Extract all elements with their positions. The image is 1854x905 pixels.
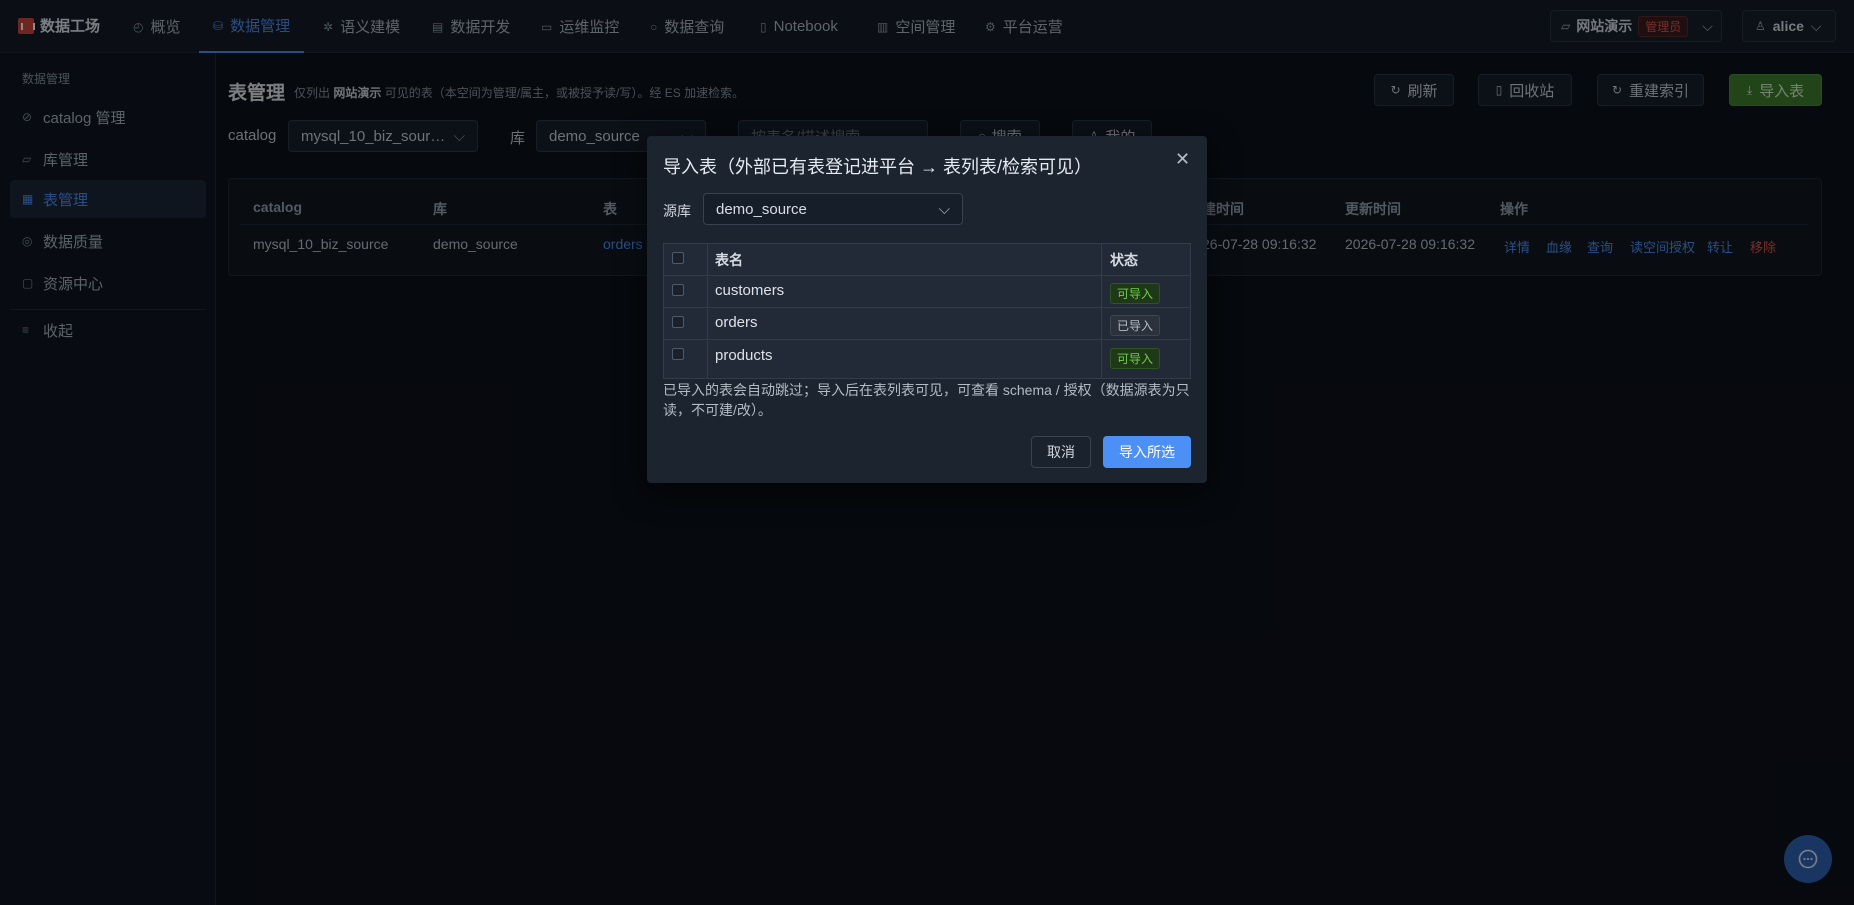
select-all-checkbox[interactable] (672, 252, 684, 264)
dialog-title: 导入表（外部已有表登记进平台 → 表列表/检索可见） (663, 157, 1093, 177)
close-icon[interactable]: ✕ (1175, 149, 1190, 170)
source-db-label: 源库 (663, 203, 691, 219)
import-table-dialog: 导入表（外部已有表登记进平台 → 表列表/检索可见） ✕ 源库 demo_sou… (647, 136, 1207, 483)
cancel-button[interactable]: 取消 (1031, 436, 1091, 468)
column-header-name: 表名 (715, 252, 743, 268)
import-selected-button[interactable]: 导入所选 (1103, 436, 1191, 468)
import-tables-grid: 表名 状态 customers 可导入 orders 已导入 products … (663, 243, 1191, 379)
chevron-down-icon: ⌵ (938, 200, 950, 218)
grid-divider (664, 339, 1190, 340)
status-badge-imported: 已导入 (1110, 315, 1161, 336)
grid-divider (664, 307, 1190, 308)
row-checkbox-products[interactable] (672, 348, 684, 360)
grid-divider (664, 275, 1190, 276)
row-checkbox-customers[interactable] (672, 284, 684, 296)
table-name-orders: orders (715, 314, 758, 331)
table-name-customers: customers (715, 282, 785, 299)
row-checkbox-orders[interactable] (672, 316, 684, 328)
table-name-products: products (715, 347, 773, 364)
status-badge-importable: 可导入 (1110, 283, 1161, 304)
status-badge-importable: 可导入 (1110, 348, 1161, 369)
column-header-status: 状态 (1110, 252, 1138, 268)
grid-divider (1101, 244, 1102, 378)
source-db-select[interactable]: demo_source ⌵ (703, 193, 963, 225)
grid-divider (707, 244, 708, 378)
import-note: 已导入的表会自动跳过；导入后在表列表可见，可查看 schema / 授权（数据源… (663, 382, 1190, 418)
